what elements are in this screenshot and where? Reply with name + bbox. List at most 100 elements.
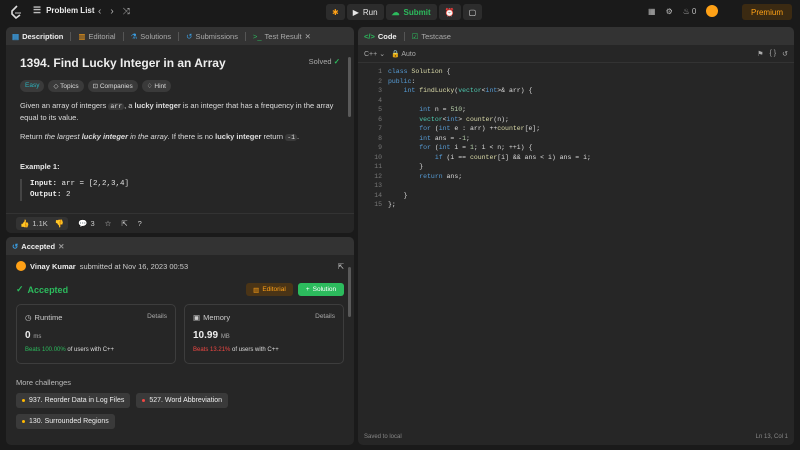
layout-icon[interactable]: ▦ [648,7,656,16]
tab-submissions[interactable]: ↺ Submissions [186,32,238,41]
text: . If there is no [167,132,216,141]
line-number: 7 [378,125,382,132]
memory-details-link[interactable]: Details [315,313,335,320]
challenge-item[interactable]: 527. Word Abbreviation [136,393,228,408]
line-number: 4 [378,96,382,104]
solved-status: Solved ✓ [309,57,340,66]
tab-solutions[interactable]: ⚗ Solutions [131,32,172,41]
close-icon[interactable]: ✕ [58,242,64,251]
help-icon[interactable]: ? [138,219,142,228]
thumbs-down-icon[interactable]: 👎 [55,219,64,228]
tab-testcase[interactable]: ☑ Testcase [412,32,451,41]
comment-count: 3 [90,219,95,228]
challenge-item[interactable]: 130. Surrounded Regions [16,414,115,429]
divider [178,31,180,41]
runtime-card[interactable]: ◷ Runtime Details 0 ms Beats 100.00% of u… [16,304,176,364]
chevron-down-icon: ⌄ [379,50,386,58]
scrollbar[interactable] [348,57,351,117]
next-problem-icon[interactable]: › [110,6,113,17]
tab-editorial-label: Editorial [88,31,116,41]
runtime-details-link[interactable]: Details [147,313,167,320]
divider [403,31,405,41]
code-line: return ans; [419,172,463,180]
topics-chip[interactable]: ◇ Topics [48,80,84,92]
language-select[interactable]: C++ ⌄ [364,50,385,58]
code-line: if (i == counter[i] && ans < i) ans = i; [434,153,591,161]
memory-card[interactable]: ▣ Memory Details 10.99 MB Beats 13.21% of… [184,304,344,364]
line-number: 8 [378,134,382,142]
share-icon[interactable]: ⇱ [121,219,127,228]
challenge-item[interactable]: 937. Reorder Data in Log Files [16,393,131,408]
streak-counter[interactable]: ♨ 0 [683,7,697,16]
runtime-beats: Beats 100.00% [25,347,66,353]
note-icon: ▢ [468,7,477,17]
bug-icon: ✱ [332,7,339,17]
like-button[interactable]: 👍 1.1K 👎 [16,217,69,230]
notes-button[interactable]: ▢ [462,4,483,20]
streak-count: 0 [691,6,697,16]
thumbs-up-icon: 👍 [20,219,30,228]
editorial-button[interactable]: ▥ Editorial [246,283,293,296]
shuffle-icon[interactable]: ⤨ [123,6,130,17]
auto-toggle[interactable]: 🔒 Auto [391,50,416,58]
tab-test-result-label: Test Result [264,31,302,41]
username[interactable]: Vinay Kumar [30,262,76,271]
bookmark-icon[interactable]: ⚑ [757,50,763,58]
problem-list-link[interactable]: ☰ Problem List [33,6,95,16]
reset-icon[interactable]: ↺ [782,50,788,58]
close-icon[interactable]: ✕ [305,32,311,41]
solution-button[interactable]: + Solution [298,283,344,296]
description-tabs: ▤ Description ▥ Editorial ⚗ Solutions ↺ … [6,27,354,45]
braces-icon[interactable]: { } [770,50,777,57]
italic-text: the largest [44,132,82,141]
scrollbar[interactable] [348,267,351,317]
debug-button[interactable]: ✱ [326,4,345,20]
timer-button[interactable]: ⏰ [438,4,461,20]
plus-icon: + [305,286,310,293]
run-button[interactable]: ▶ Run [346,4,384,20]
external-link-icon[interactable]: ⇱ [338,262,344,271]
play-icon: ▶ [352,7,359,17]
history-icon: ↺ [186,31,193,41]
tab-description[interactable]: ▤ Description [12,32,63,41]
text: return [261,132,286,141]
code-line: for (int e : arr) ++counter[e]; [419,125,541,132]
comment-icon: 💬 [78,219,88,228]
star-icon[interactable]: ☆ [105,219,112,228]
topics-label: Topics [60,83,79,90]
problem-title: 1394. Find Lucky Integer in an Array [20,56,226,70]
avatar[interactable] [706,5,719,17]
comments-button[interactable]: 💬 3 [78,219,95,228]
tab-editorial[interactable]: ▥ Editorial [78,32,115,41]
inline-code: -1 [285,134,297,141]
tab-code[interactable]: </> Code [364,32,397,41]
bold-text: lucky integer [215,132,262,141]
editor-status-bar: Saved to local Ln 13, Col 1 [358,429,794,445]
line-number: 2 [378,77,382,85]
check-circle-icon: ✓ [16,284,24,294]
flask-icon: ⚗ [130,31,138,41]
tab-test-result[interactable]: >_ Test Result ✕ [253,32,311,41]
memory-value: 10.99 [193,330,219,341]
prev-problem-icon[interactable]: ‹ [98,6,101,17]
fire-icon: ♨ [682,6,690,16]
hint-chip[interactable]: ♢ Hint [141,80,171,92]
text: Given an array of integers [20,101,109,110]
code-editor[interactable]: 1 class Solution {2 public: 3 int findLucky… [358,63,794,427]
line-number: 5 [378,106,382,113]
premium-button[interactable]: Premium [742,4,792,20]
text: , a [124,101,135,110]
line-number: 10 [374,153,382,161]
submit-button[interactable]: ☁ Submit [385,4,437,20]
runtime-unit: ms [33,334,42,340]
companies-chip[interactable]: ⊡ Companies [87,80,138,92]
logo-icon[interactable] [9,5,23,20]
challenge-label: 130. Surrounded Regions [29,418,109,425]
settings-icon[interactable]: ⚙ [666,7,673,16]
output-value: 2 [61,191,71,199]
tab-accepted[interactable]: ↺ Accepted ✕ [12,242,64,251]
text: . [297,132,300,141]
input-value: arr = [2,2,3,4] [57,180,130,188]
code-line: class Solution { [388,68,451,75]
tab-solutions-label: Solutions [140,31,172,41]
